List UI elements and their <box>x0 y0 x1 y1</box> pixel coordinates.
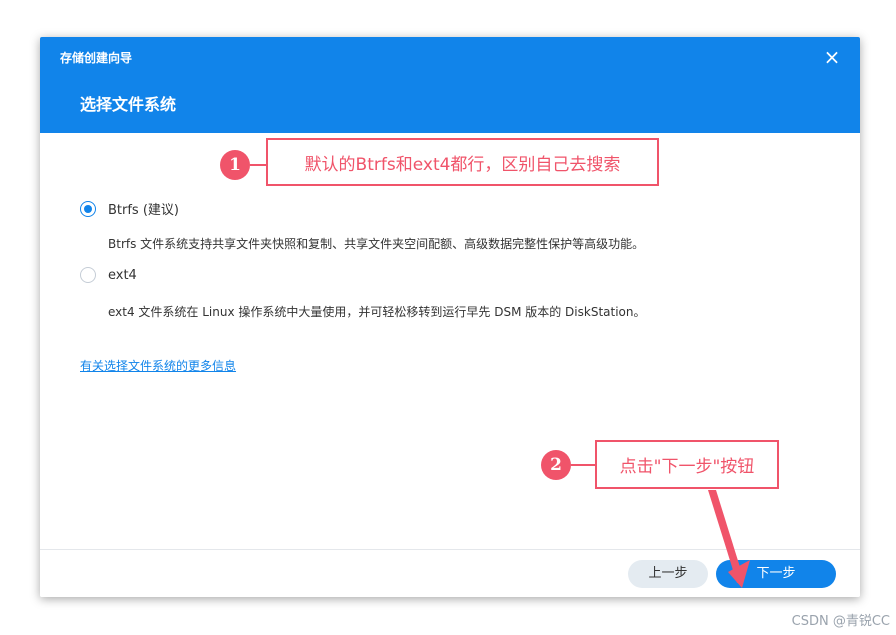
annotation-connector-1 <box>250 164 266 166</box>
btrfs-description: Btrfs 文件系统支持共享文件夹快照和复制、共享文件夹空间配额、高级数据完整性… <box>108 237 645 251</box>
annotation-connector-2 <box>571 464 595 466</box>
next-button[interactable]: 下一步 <box>716 560 836 588</box>
annotation-marker-2: 2 <box>541 450 571 480</box>
previous-button[interactable]: 上一步 <box>628 560 708 588</box>
dialog-footer: 上一步 下一步 <box>40 549 860 597</box>
btrfs-label: Btrfs (建议) <box>108 203 179 218</box>
annotation-marker-1: 1 <box>220 150 250 180</box>
storage-wizard-dialog: 存储创建向导 × 选择文件系统 Btrfs (建议) Btrfs 文件系统支持共… <box>40 37 860 597</box>
close-icon[interactable]: × <box>822 47 842 67</box>
page-title: 选择文件系统 <box>80 95 177 114</box>
dialog-header: 存储创建向导 × 选择文件系统 <box>40 37 860 133</box>
annotation-callout-1: 默认的Btrfs和ext4都行，区别自己去搜索 <box>266 138 659 186</box>
ext4-description: ext4 文件系统在 Linux 操作系统中大量使用，并可轻松移转到运行早先 D… <box>108 305 646 319</box>
more-info-link[interactable]: 有关选择文件系统的更多信息 <box>80 357 236 374</box>
btrfs-radio[interactable] <box>80 200 96 217</box>
btrfs-option[interactable]: Btrfs (建议) <box>80 199 179 218</box>
window-title: 存储创建向导 <box>60 51 133 65</box>
ext4-option[interactable]: ext4 <box>80 267 137 283</box>
annotation-callout-2: 点击"下一步"按钮 <box>595 440 779 489</box>
ext4-label: ext4 <box>108 267 137 283</box>
watermark: CSDN @青锐CC <box>791 614 890 629</box>
ext4-radio[interactable] <box>80 267 96 283</box>
